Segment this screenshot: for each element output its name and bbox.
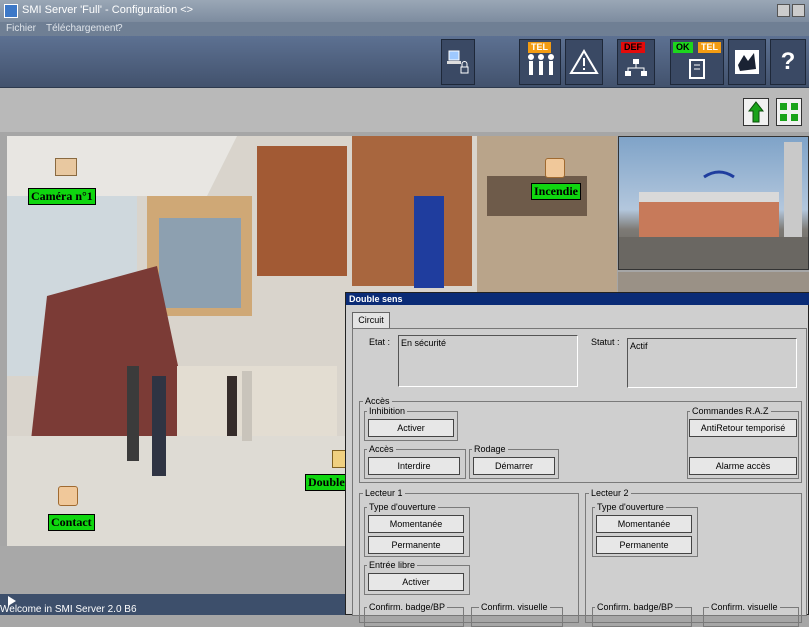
window-titlebar: SMI Server 'Full' - Configuration <> bbox=[0, 0, 809, 22]
antiretour-button[interactable]: AntiRetour temporisé bbox=[689, 419, 797, 437]
status-bar: Welcome in SMI Server 2.0 B6 bbox=[0, 594, 345, 615]
fire-hand-icon[interactable] bbox=[545, 158, 565, 178]
interdire-button[interactable]: Interdire bbox=[368, 457, 460, 475]
acces-sub-title: Accès bbox=[367, 444, 396, 454]
lecteur1-confirm-badge-title: Confirm. badge/BP bbox=[367, 602, 448, 612]
etat-label: Etat : bbox=[369, 337, 391, 347]
menu-fichier[interactable]: Fichier bbox=[6, 23, 36, 34]
ok-tag: OK bbox=[673, 42, 693, 53]
warning-icon bbox=[569, 49, 599, 74]
lecteur2-permanente-button[interactable]: Permanente bbox=[596, 536, 692, 554]
minimize-button[interactable] bbox=[777, 4, 790, 17]
double-sens-dialog: Double sens Circuit Etat : En sécurité S… bbox=[345, 292, 809, 627]
lecteur2-type-title: Type d'ouverture bbox=[595, 502, 666, 512]
lecteur2-title: Lecteur 2 bbox=[589, 488, 631, 498]
ok-tel-button[interactable]: OK TEL bbox=[670, 39, 724, 85]
dialog-title: Double sens bbox=[346, 293, 809, 305]
statut-field: Actif bbox=[627, 338, 797, 388]
contact-label[interactable]: Contact bbox=[48, 514, 95, 531]
tool-area bbox=[0, 88, 809, 132]
menu-bar: Fichier Téléchargement ? bbox=[0, 22, 809, 36]
menu-telechargement[interactable]: Téléchargement bbox=[46, 23, 118, 34]
status-message: Welcome in SMI Server 2.0 B6 bbox=[0, 604, 137, 615]
default-button[interactable]: DEF bbox=[617, 39, 655, 85]
map-icon bbox=[735, 50, 759, 74]
tab-circuit[interactable]: Circuit bbox=[352, 312, 390, 328]
lecteur2-confirm-visuelle-title: Confirm. visuelle bbox=[709, 602, 780, 612]
etat-field: En sécurité bbox=[398, 335, 578, 387]
status-area bbox=[0, 546, 345, 594]
alarm-button[interactable] bbox=[565, 39, 603, 85]
up-button[interactable] bbox=[743, 98, 769, 126]
entree-libre-activer-button[interactable]: Activer bbox=[368, 573, 464, 591]
raz-title: Commandes R.A.Z bbox=[690, 406, 771, 416]
circuit-panel: Etat : En sécurité Statut : Actif Accès … bbox=[352, 328, 807, 627]
network-icon bbox=[625, 59, 647, 76]
expand-icon bbox=[780, 103, 798, 121]
operator-lock-button[interactable] bbox=[441, 39, 475, 85]
lecteur1-confirm-visuelle-title: Confirm. visuelle bbox=[479, 602, 550, 612]
lecteur1-title: Lecteur 1 bbox=[363, 488, 405, 498]
acces-group-title: Accès bbox=[363, 396, 392, 406]
double-label[interactable]: Double bbox=[305, 474, 348, 491]
window-title: SMI Server 'Full' - Configuration <> bbox=[22, 4, 194, 16]
def-tag: DEF bbox=[621, 42, 645, 53]
help-button[interactable]: ? bbox=[770, 39, 806, 85]
entree-libre-title: Entrée libre bbox=[367, 560, 418, 570]
inhibition-title: Inhibition bbox=[367, 406, 408, 416]
camera-label[interactable]: Caméra n°1 bbox=[28, 188, 96, 205]
tel-tag: TEL bbox=[528, 42, 551, 53]
lecteur1-momentanee-button[interactable]: Momentanée bbox=[368, 515, 464, 533]
computer-lock-icon bbox=[447, 50, 469, 74]
toolbar: TEL DEF OK TEL ? bbox=[0, 36, 809, 88]
etat-value: En sécurité bbox=[401, 338, 447, 348]
statut-label: Statut : bbox=[591, 337, 620, 347]
demarrer-button[interactable]: Démarrer bbox=[473, 457, 555, 475]
lecteur2-momentanee-button[interactable]: Momentanée bbox=[596, 515, 692, 533]
help-icon: ? bbox=[780, 48, 796, 75]
arrow-up-icon bbox=[748, 101, 764, 123]
map-button[interactable] bbox=[728, 39, 766, 85]
rodage-title: Rodage bbox=[472, 444, 508, 454]
people-icon bbox=[528, 54, 554, 75]
building-exterior-image bbox=[619, 142, 808, 269]
lecteur1-type-title: Type d'ouverture bbox=[367, 502, 438, 512]
lecteur2-confirm-badge-title: Confirm. badge/BP bbox=[595, 602, 676, 612]
contact-hand-icon[interactable] bbox=[58, 486, 78, 506]
fullscreen-button[interactable] bbox=[776, 98, 802, 126]
menu-help[interactable]: ? bbox=[117, 23, 123, 34]
thumbnail-strip bbox=[618, 272, 809, 292]
building-thumbnail[interactable] bbox=[618, 136, 809, 270]
document-icon bbox=[689, 59, 705, 79]
camera-icon[interactable] bbox=[55, 158, 77, 176]
lecteur1-permanente-button[interactable]: Permanente bbox=[368, 536, 464, 554]
alarme-acces-button[interactable]: Alarme accès bbox=[689, 457, 797, 475]
phone-alarm-button[interactable]: TEL bbox=[519, 39, 561, 85]
inhibition-activer-button[interactable]: Activer bbox=[368, 419, 454, 437]
app-icon bbox=[4, 4, 18, 18]
door-icon[interactable] bbox=[332, 450, 346, 468]
statut-value: Actif bbox=[630, 341, 648, 351]
incendie-label[interactable]: Incendie bbox=[531, 183, 582, 200]
restore-button[interactable] bbox=[792, 4, 805, 17]
tel-tag-2: TEL bbox=[698, 42, 721, 53]
